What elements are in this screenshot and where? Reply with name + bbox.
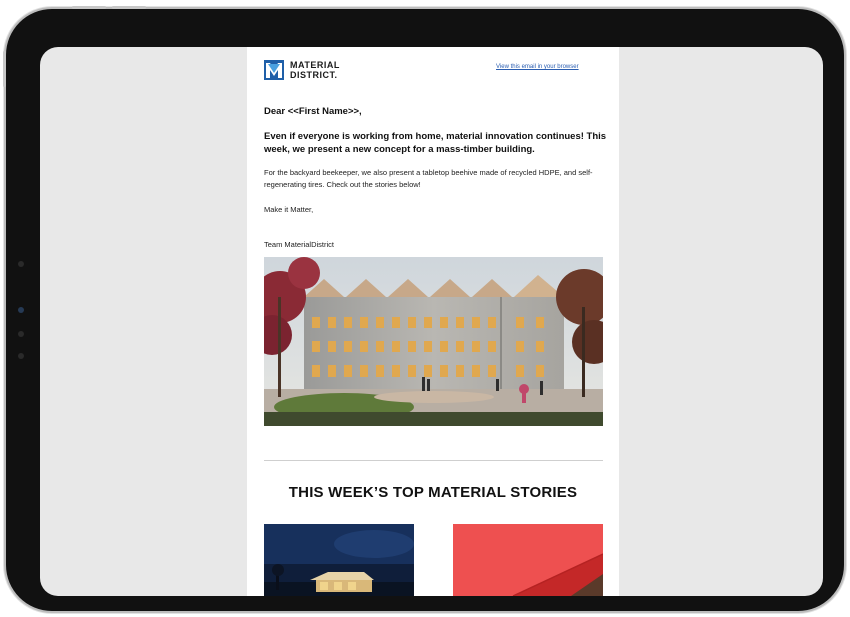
top-button-2 xyxy=(112,6,146,9)
intro-paragraph: For the backyard beekeeper, we also pres… xyxy=(264,168,593,189)
sensor-dot xyxy=(18,261,24,267)
hero-building-image[interactable] xyxy=(264,257,603,426)
tablet-screen: MATERIAL DISTRICT. View this email in yo… xyxy=(40,47,823,596)
view-in-browser-link[interactable]: View this email in your browser xyxy=(496,64,579,70)
sensor-dot-3 xyxy=(18,353,24,359)
logo-mark-icon xyxy=(264,60,284,80)
tablet-device: MATERIAL DISTRICT. View this email in yo… xyxy=(3,6,844,611)
camera-lens-icon xyxy=(18,307,24,313)
sensor-dot-2 xyxy=(18,331,24,337)
headline-text: Even if everyone is working from home, m… xyxy=(264,131,607,155)
story-thumbnail-red-material[interactable] xyxy=(453,524,603,596)
side-button xyxy=(3,51,6,87)
greeting-text: Dear <<First Name>>, xyxy=(264,106,362,117)
signoff-text: Make it Matter, xyxy=(264,205,314,214)
top-button xyxy=(72,6,106,9)
section-title: THIS WEEK’S TOP MATERIAL STORIES xyxy=(288,484,578,501)
logo-wordmark: MATERIAL DISTRICT. xyxy=(290,60,340,80)
logo-line-2: DISTRICT. xyxy=(290,70,338,80)
materialdistrict-logo[interactable]: MATERIAL DISTRICT. xyxy=(264,60,340,80)
team-signature: Team MaterialDistrict xyxy=(264,240,335,249)
story-thumbnail-night-pavilion[interactable] xyxy=(264,524,414,596)
section-divider xyxy=(264,460,603,461)
logo-line-1: MATERIAL xyxy=(290,60,340,70)
email-body: MATERIAL DISTRICT. View this email in yo… xyxy=(247,47,619,596)
